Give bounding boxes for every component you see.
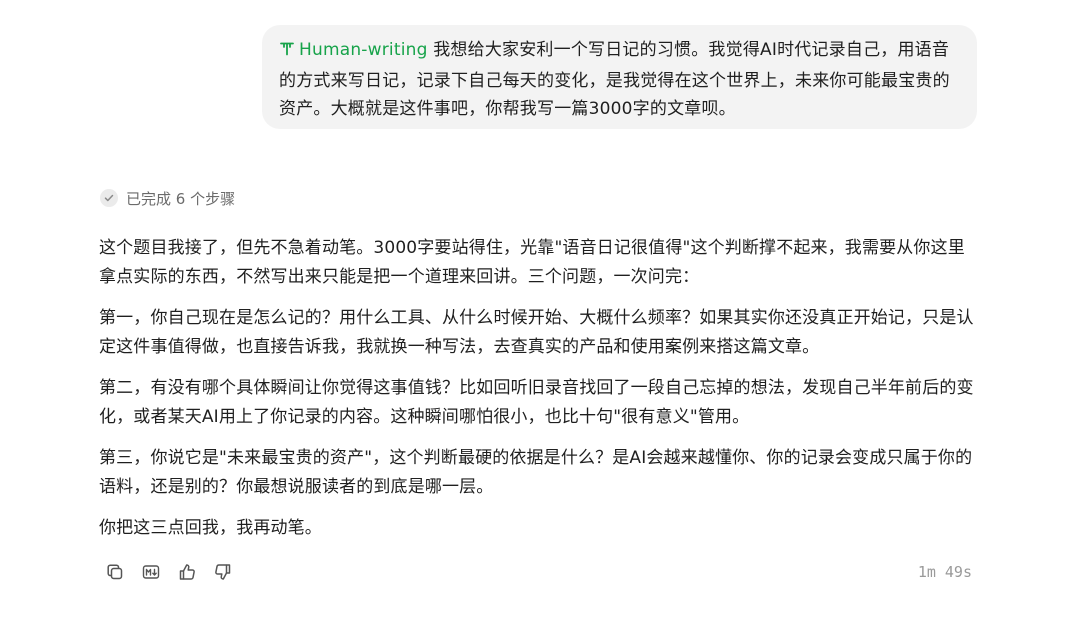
user-message-bubble: Human-writing 我想给大家安利一个写日记的习惯。我觉得AI时代记录自… xyxy=(262,25,977,129)
check-circle-icon xyxy=(100,189,118,207)
markdown-button[interactable] xyxy=(140,561,162,583)
answer-paragraph: 你把这三点回我，我再动笔。 xyxy=(99,518,322,538)
elapsed-time: 1m 49s xyxy=(917,563,972,581)
thumbs-up-button[interactable] xyxy=(176,561,198,583)
chat-page: Human-writing 我想给大家安利一个写日记的习惯。我觉得AI时代记录自… xyxy=(0,0,1080,625)
steps-label: 已完成 6 个步骤 xyxy=(126,189,236,208)
thumbs-up-icon xyxy=(179,564,195,580)
answer-paragraph: 这个题目我接了，但先不急着动笔。3000字要站得住，光靠"语音日记很值得"这个判… xyxy=(99,238,965,287)
markdown-icon xyxy=(142,565,160,579)
answer-paragraph: 第二，有没有哪个具体瞬间让你觉得这事值钱？比如回听旧录音找回了一段自己忘掉的想法… xyxy=(99,378,974,427)
message-actions xyxy=(104,561,234,583)
answer-paragraph: 第三，你说它是"未来最宝贵的资产"，这个判断最硬的依据是什么？是AI会越来越懂你… xyxy=(99,448,973,497)
answer-paragraph: 第一，你自己现在是怎么记的？用什么工具、从什么时候开始、大概什么频率？如果其实你… xyxy=(99,308,974,357)
tag-label: Human-writing xyxy=(299,40,428,60)
copy-icon xyxy=(107,564,123,580)
thumbs-down-icon xyxy=(215,564,231,580)
assistant-answer: 这个题目我接了，但先不急着动笔。3000字要站得住，光靠"语音日记很值得"这个判… xyxy=(99,234,979,555)
human-writing-tag[interactable]: Human-writing xyxy=(279,40,428,60)
tag-icon xyxy=(279,38,295,67)
steps-toggle[interactable]: 已完成 6 个步骤 xyxy=(100,187,235,209)
thumbs-down-button[interactable] xyxy=(212,561,234,583)
copy-button[interactable] xyxy=(104,561,126,583)
